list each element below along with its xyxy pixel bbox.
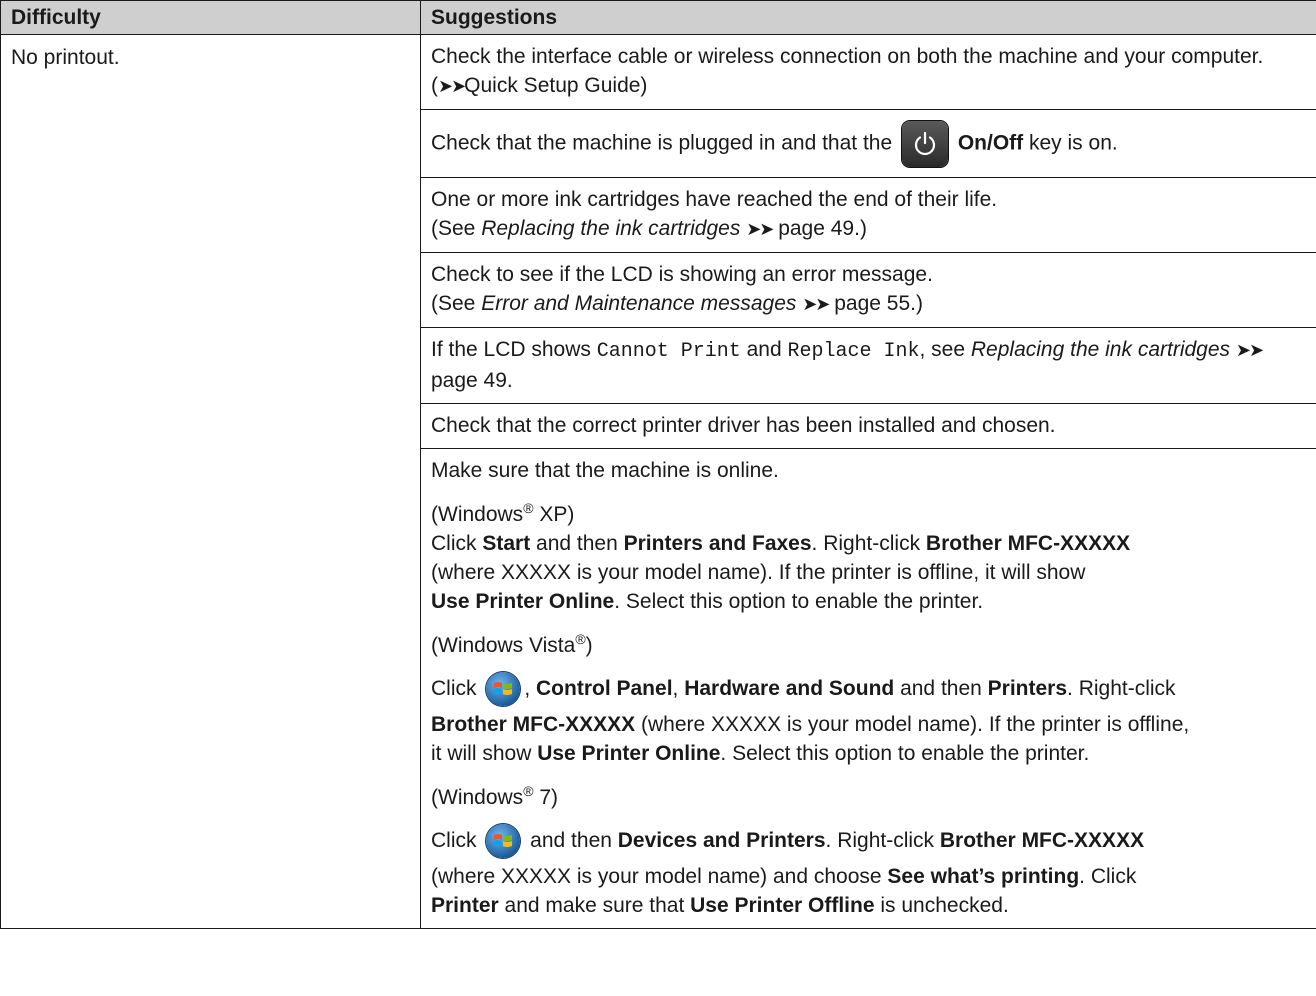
suggestion-driver: Check that the correct printer driver ha… [420,403,1316,449]
header-suggestions: Suggestions [420,0,1316,35]
suggestion-power: Check that the machine is plugged in and… [420,109,1316,178]
double-arrow-icon: ➤➤ [746,219,774,239]
suggestion-cannot-print: If the LCD shows Cannot Print and Replac… [420,327,1316,404]
windows-7-heading: (Windows® 7) [431,783,559,809]
suggestion-online: Make sure that the machine is online. (W… [420,448,1316,929]
troubleshooting-table: Difficulty Suggestions No printout. Chec… [0,0,1316,929]
suggestion-lcd-error: Check to see if the LCD is showing an er… [420,252,1316,328]
suggestion-cable: Check the interface cable or wireless co… [420,34,1316,110]
double-arrow-icon: ➤➤ [802,294,830,314]
suggestion-ink-end: One or more ink cartridges have reached … [420,177,1316,253]
windows-start-orb-icon [486,824,521,859]
table-header-row: Difficulty Suggestions [0,0,1316,35]
table-row: No printout. Check the interface cable o… [0,34,1316,929]
difficulty-cell: No printout. [0,34,421,929]
double-arrow-icon: ➤➤ [438,76,466,96]
windows-xp-heading: (Windows® XP) [431,500,575,526]
windows-start-orb-icon [486,672,521,707]
power-key-icon [901,121,948,167]
double-arrow-icon: ➤➤ [1235,340,1264,360]
windows-vista-heading: (Windows Vista®) [431,631,593,657]
header-difficulty: Difficulty [0,0,421,35]
